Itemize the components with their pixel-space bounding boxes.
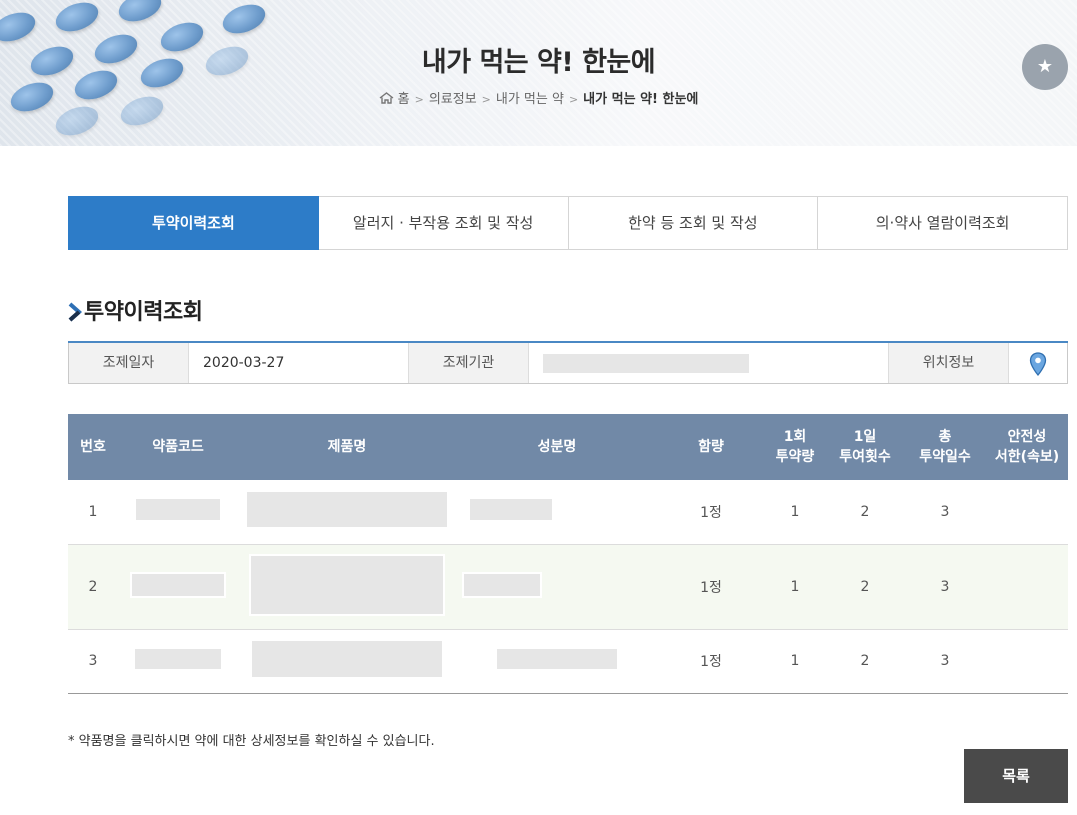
daily-frequency-cell: 2: [826, 629, 904, 694]
home-icon[interactable]: [379, 92, 394, 104]
col-header-ingredient: 성분명: [456, 414, 658, 480]
list-button[interactable]: 목록: [964, 749, 1068, 803]
page-title: 내가 먹는 약! 한눈에: [421, 47, 656, 78]
redacted-ingredient: [468, 497, 554, 523]
amount-cell: 1정: [658, 629, 764, 694]
ingredient-cell: [456, 544, 658, 630]
amount-cell: 1정: [658, 480, 764, 545]
col-header-daily-frequency: 1일 투여횟수: [826, 414, 904, 480]
safety-letter-cell: [986, 629, 1068, 694]
location-pin-icon[interactable]: [1029, 352, 1047, 376]
col-header-amount: 함량: [658, 414, 764, 480]
total-days-cell: 3: [904, 544, 986, 630]
medication-table: 번호 약품코드 제품명 성분명 함량 1회 투약량 1일 투여횟수 총 투약일수…: [68, 414, 1068, 694]
drug-code-cell: [118, 629, 238, 694]
col-header-dose: 1회 투약량: [764, 414, 826, 480]
product-name-cell[interactable]: [238, 480, 456, 545]
product-name-cell[interactable]: [238, 544, 456, 630]
breadcrumb-item-medical-info[interactable]: 의료정보: [429, 92, 477, 107]
amount-cell: 1정: [658, 544, 764, 630]
product-name-cell[interactable]: [238, 629, 456, 694]
safety-letter-cell: [986, 544, 1068, 630]
favorite-star-button[interactable]: ★: [1022, 44, 1068, 90]
institution-label: 조제기관: [408, 343, 528, 383]
safety-letter-cell: [986, 480, 1068, 545]
drug-code-cell: [118, 544, 238, 630]
redacted-product-name[interactable]: [250, 639, 444, 679]
col-header-drug-code: 약품코드: [118, 414, 238, 480]
breadcrumb-separator-icon: >: [568, 93, 579, 106]
star-icon: ★: [1036, 56, 1054, 77]
dispensing-info-bar: 조제일자 2020-03-27 조제기관 위치정보: [68, 341, 1068, 384]
help-note: * 약품명을 클릭하시면 약에 대한 상세정보를 확인하실 수 있습니다.: [68, 734, 435, 749]
tab-access-history[interactable]: 의·약사 열람이력조회: [818, 196, 1068, 250]
institution-value: [528, 343, 888, 383]
date-label: 조제일자: [68, 343, 188, 383]
row-no: 3: [68, 629, 118, 694]
chevron-right-icon: [68, 302, 82, 322]
location-label: 위치정보: [888, 343, 1008, 383]
dose-cell: 1: [764, 544, 826, 630]
table-header-row: 번호 약품코드 제품명 성분명 함량 1회 투약량 1일 투여횟수 총 투약일수…: [68, 414, 1068, 480]
redacted-drug-code: [130, 571, 226, 598]
header-banner: 내가 먹는 약! 한눈에 홈 > 의료정보 > 내가 먹는 약 > 내가 먹는 약! 한눈에…: [0, 0, 1077, 146]
col-header-no: 번호: [68, 414, 118, 480]
redacted-ingredient: [495, 647, 619, 671]
breadcrumb-item-current: 내가 먹는 약! 한눈에: [583, 92, 699, 107]
location-cell: [1008, 343, 1068, 383]
breadcrumb: 홈 > 의료정보 > 내가 먹는 약 > 내가 먹는 약! 한눈에: [0, 88, 1077, 107]
table-row: 2 1정 1 2 3: [68, 544, 1068, 630]
dose-cell: 1: [764, 480, 826, 545]
ingredient-cell: [456, 629, 658, 694]
breadcrumb-home[interactable]: 홈: [398, 92, 410, 107]
col-header-safety-letter: 안전성 서한(속보): [986, 414, 1068, 480]
total-days-cell: 3: [904, 629, 986, 694]
tab-herbal-medicine[interactable]: 한약 등 조회 및 작성: [568, 196, 819, 250]
section-title: 투약이력조회: [68, 294, 203, 326]
row-no: 1: [68, 480, 118, 545]
col-header-total-days: 총 투약일수: [904, 414, 986, 480]
breadcrumb-separator-icon: >: [414, 93, 424, 106]
total-days-cell: 3: [904, 480, 986, 545]
section-title-text: 투약이력조회: [84, 300, 203, 325]
redacted-product-name[interactable]: [249, 553, 445, 616]
date-value: 2020-03-27: [188, 343, 408, 383]
table-row: 1 1정 1 2 3: [68, 480, 1068, 545]
tab-medication-history[interactable]: 투약이력조회: [68, 196, 319, 250]
daily-frequency-cell: 2: [826, 544, 904, 630]
daily-frequency-cell: 2: [826, 480, 904, 545]
table-row: 3 1정 1 2 3: [68, 629, 1068, 694]
redacted-drug-code: [134, 497, 222, 523]
breadcrumb-item-my-medicine[interactable]: 내가 먹는 약: [496, 92, 564, 107]
redacted-ingredient: [462, 571, 542, 598]
dose-cell: 1: [764, 629, 826, 694]
tab-bar: 투약이력조회 알러지 · 부작용 조회 및 작성 한약 등 조회 및 작성 의·…: [68, 196, 1068, 250]
drug-code-cell: [118, 480, 238, 545]
redacted-product-name[interactable]: [245, 490, 449, 530]
breadcrumb-separator-icon: >: [481, 93, 491, 106]
tab-allergy-side-effects[interactable]: 알러지 · 부작용 조회 및 작성: [318, 196, 569, 250]
redacted-drug-code: [133, 647, 223, 671]
row-no: 2: [68, 544, 118, 630]
col-header-product-name: 제품명: [238, 414, 456, 480]
ingredient-cell: [456, 480, 658, 545]
redacted-institution: [543, 353, 749, 373]
